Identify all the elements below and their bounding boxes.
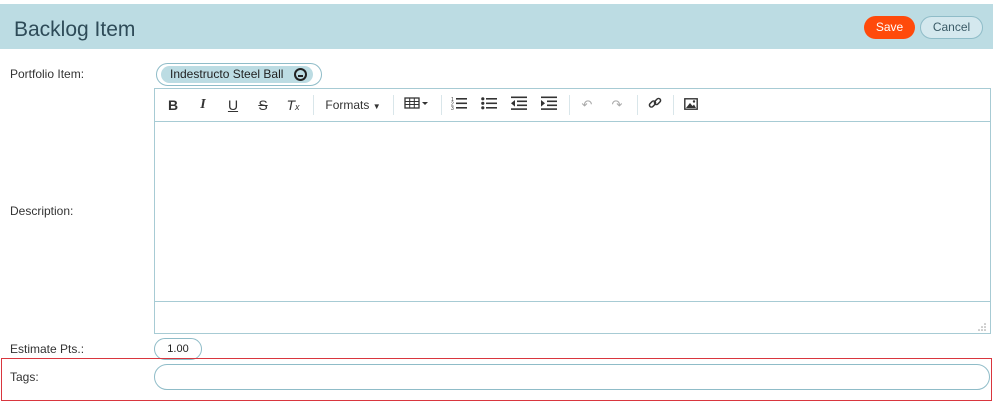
portfolio-item-field[interactable]: Indestructo Steel Ball: [156, 63, 322, 86]
description-text-area[interactable]: [155, 122, 990, 300]
image-icon[interactable]: [681, 95, 701, 115]
portfolio-item-label: Portfolio Item:: [10, 67, 85, 81]
undo-icon[interactable]: ↶: [577, 95, 597, 115]
strikethrough-icon[interactable]: S: [255, 95, 271, 115]
estimate-points-input[interactable]: 1.00: [154, 338, 202, 360]
estimate-label: Estimate Pts.:: [10, 342, 85, 356]
bold-icon[interactable]: B: [165, 95, 181, 115]
underline-icon[interactable]: U: [225, 95, 241, 115]
clear-formatting-icon[interactable]: Tx: [285, 95, 301, 115]
caret-down-icon: ▼: [372, 102, 381, 111]
link-icon[interactable]: [645, 95, 665, 115]
tags-label: Tags:: [10, 370, 39, 384]
remove-circle-icon[interactable]: [294, 68, 307, 81]
cancel-button[interactable]: Cancel: [920, 16, 983, 39]
editor-statusbar: [155, 301, 990, 334]
indent-icon[interactable]: [539, 95, 559, 115]
description-editor: B I U S Tx Formats ▼ 123 ↶ ↷: [154, 88, 991, 334]
portfolio-item-chip-label: Indestructo Steel Ball: [170, 67, 284, 81]
svg-text:3: 3: [451, 106, 454, 110]
save-button[interactable]: Save: [864, 16, 915, 39]
bullet-list-icon[interactable]: [479, 95, 499, 115]
header-bar: Backlog Item Save Cancel: [0, 4, 993, 49]
italic-icon[interactable]: I: [195, 95, 211, 115]
editor-toolbar: B I U S Tx Formats ▼ 123 ↶ ↷: [155, 89, 990, 122]
portfolio-item-chip: Indestructo Steel Ball: [161, 66, 313, 83]
redo-icon[interactable]: ↷: [607, 95, 627, 115]
tags-input[interactable]: [154, 364, 990, 390]
numbered-list-icon[interactable]: 123: [449, 95, 469, 115]
resize-handle-icon[interactable]: [978, 323, 986, 331]
table-icon[interactable]: [402, 95, 432, 115]
outdent-icon[interactable]: [509, 95, 529, 115]
page-title: Backlog Item: [14, 18, 136, 41]
formats-dropdown[interactable]: Formats ▼: [322, 95, 384, 115]
description-label: Description:: [10, 204, 74, 218]
formats-label: Formats: [325, 98, 370, 112]
